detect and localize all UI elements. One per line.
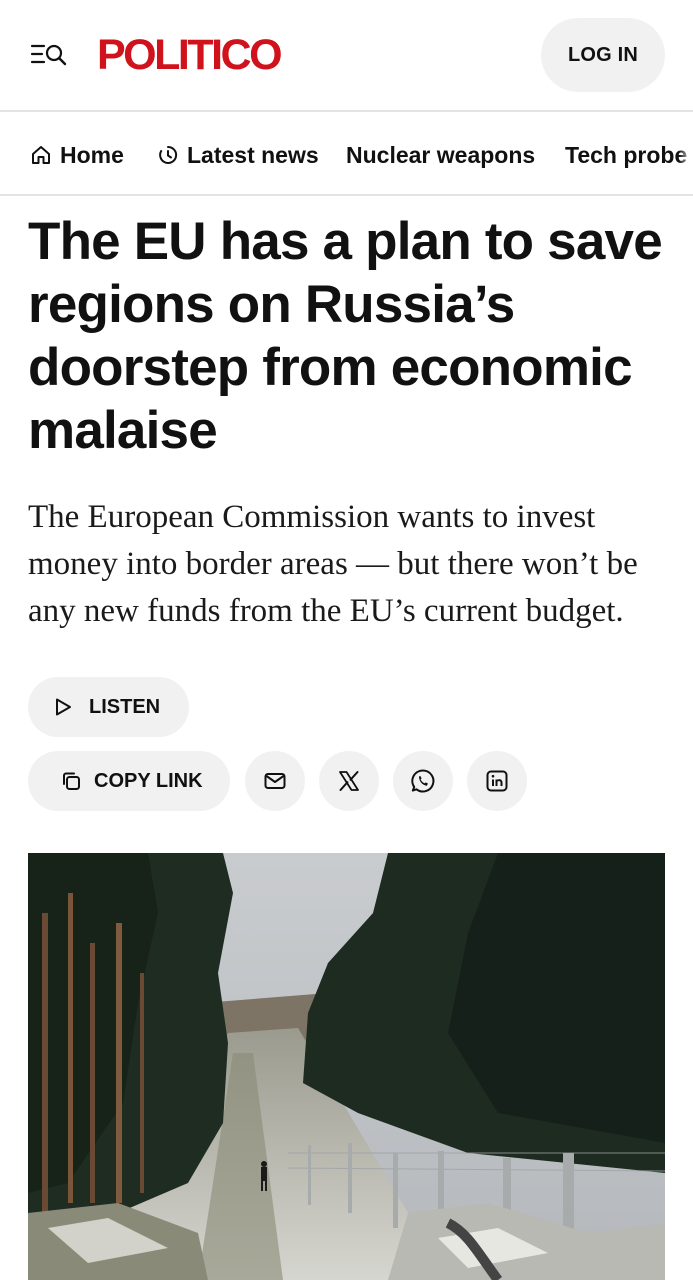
article-lead-photo [28, 853, 665, 1280]
nav-item-home[interactable]: Home [30, 138, 124, 172]
login-button[interactable]: LOG IN [541, 18, 665, 92]
share-x-button[interactable] [319, 751, 379, 811]
nav-item-latest-news[interactable]: Latest news [157, 138, 319, 172]
article-headline: The EU has a plan to save regions on Rus… [28, 212, 663, 460]
share-whatsapp-button[interactable] [393, 751, 453, 811]
share-email-button[interactable] [245, 751, 305, 811]
nav-item-nuclear-weapons[interactable]: Nuclear weapons [346, 138, 535, 172]
nav-item-label: Latest news [187, 141, 319, 168]
menu-search-icon[interactable] [30, 40, 68, 70]
linkedin-icon [485, 769, 509, 793]
article-dek: The European Commission wants to invest … [28, 499, 638, 629]
whatsapp-icon [410, 768, 436, 794]
listen-button[interactable]: LISTEN [28, 677, 189, 737]
copy-link-label: COPY LINK [94, 769, 203, 792]
clock-icon [157, 144, 179, 166]
site-header: POLITICO LOG IN [0, 0, 693, 112]
nav-item-label: Nuclear weapons [346, 141, 536, 168]
topic-nav: Home Latest news Nuclear weapons Tech pr… [0, 114, 693, 196]
nav-item-tech-probe[interactable]: Tech probe [565, 138, 687, 172]
share-linkedin-button[interactable] [467, 751, 527, 811]
politico-logo[interactable]: POLITICO [97, 30, 283, 80]
nav-scroll-fade [679, 114, 693, 194]
play-icon [52, 696, 74, 718]
home-icon [30, 144, 52, 166]
nav-item-label: Home [60, 141, 124, 168]
nav-item-label: Tech probe [565, 141, 688, 168]
copy-icon [60, 770, 82, 792]
copy-link-button[interactable]: COPY LINK [28, 751, 230, 811]
x-icon [338, 770, 360, 792]
listen-label: LISTEN [89, 695, 161, 718]
email-icon [263, 769, 287, 793]
